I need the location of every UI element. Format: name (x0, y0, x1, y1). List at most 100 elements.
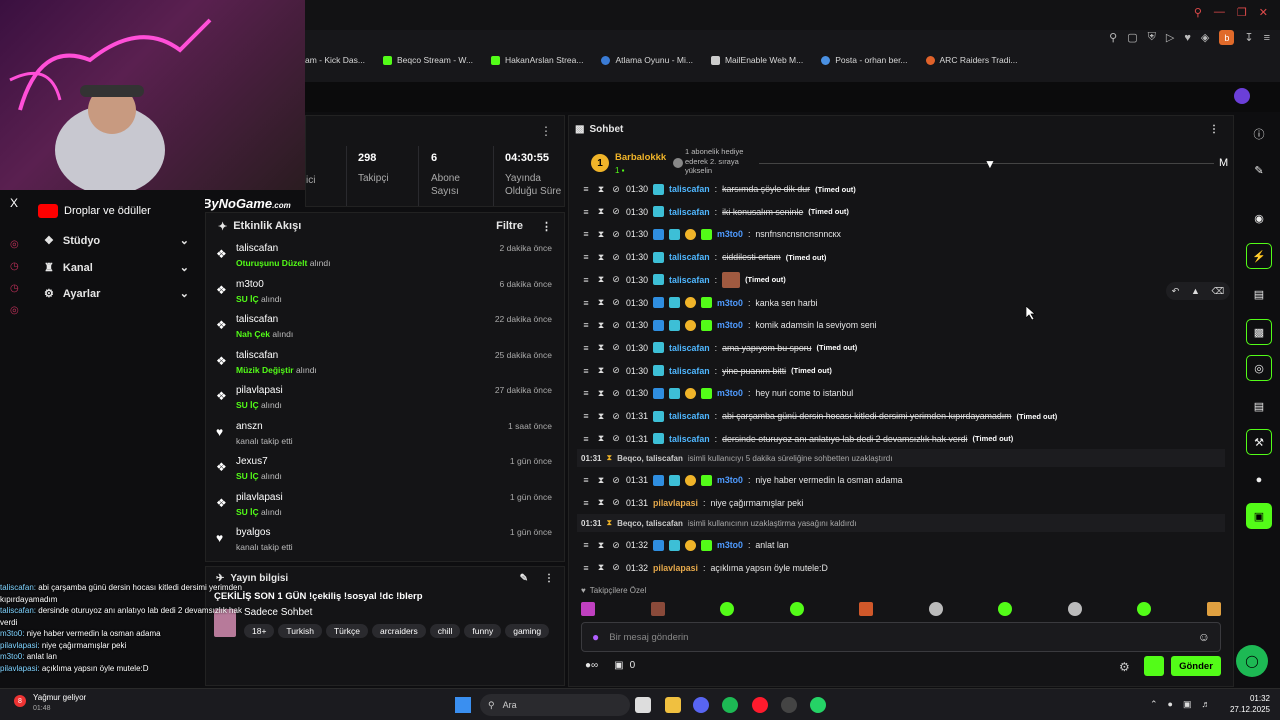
chat-input[interactable]: ● Bir mesaj gönderin ☺ (581, 622, 1221, 652)
message-user[interactable]: m3to0 (717, 229, 743, 239)
timeout-icon[interactable]: ⧗ (596, 411, 606, 422)
menu-item-studio[interactable]: ❖ Stüdyo ⌄ (44, 234, 189, 248)
layout-icon[interactable]: ▤ (1246, 393, 1272, 419)
message-user[interactable]: taliscafan (669, 366, 710, 376)
drag-handle-icon[interactable]: ≡ (581, 498, 591, 508)
chat-message[interactable]: ≡ ⧗ ⊘ 01:30 m3to0: kanka sen harbi (581, 293, 818, 313)
timeout-icon[interactable]: ⧗ (596, 475, 606, 486)
emote[interactable] (1137, 602, 1152, 616)
ban-icon[interactable]: ⊘ (611, 252, 621, 263)
edit-icon[interactable]: ✎ (1246, 157, 1272, 183)
bolt-icon[interactable]: ⚡ (1246, 243, 1272, 269)
message-user[interactable]: pilavlapasi (653, 563, 698, 573)
ban-icon[interactable]: ⊘ (611, 274, 621, 285)
chat-message[interactable]: ≡ ⧗ ⊘ 01:30 m3to0: hey nuri come to istanbul (581, 383, 853, 403)
emote[interactable] (789, 602, 804, 616)
wrench-icon[interactable]: ⚒ (1246, 429, 1272, 455)
kick-icon[interactable] (1144, 656, 1164, 676)
profile-icon[interactable]: b (1219, 30, 1235, 45)
restore-icon[interactable]: ❐ (1237, 6, 1247, 19)
chat-message[interactable]: ≡ ⧗ ⊘ 01:31 taliscafan: abi çarşamba günü der… (581, 406, 1057, 426)
heart-icon[interactable]: ♥ (1184, 32, 1191, 44)
reply-icon[interactable]: ↶ (1172, 286, 1180, 297)
menu-icon[interactable]: ≡ (1264, 32, 1270, 44)
activity-item[interactable]: ♥ byalgos kanalı takip etti 1 gün önce (206, 523, 564, 559)
drag-handle-icon[interactable]: ≡ (581, 252, 591, 262)
activity-item[interactable]: ❖ Jexus7 SU İÇ alındı 1 gün önce (206, 452, 564, 488)
activity-item[interactable]: ♥ anszn kanalı takip etti 1 saat önce (206, 417, 564, 453)
emote[interactable] (998, 602, 1013, 616)
drag-handle-icon[interactable]: ≡ (581, 275, 591, 285)
users-icon[interactable]: ● (1246, 467, 1272, 493)
tag[interactable]: chill (429, 624, 461, 638)
mic-icon[interactable]: ● (1168, 699, 1173, 710)
send-button[interactable]: Gönder (1171, 656, 1221, 676)
timeout-icon[interactable]: ⧗ (596, 433, 606, 444)
activity-item[interactable]: ❖ taliscafan Müzik Değiştir alındı 25 dakik… (206, 346, 564, 382)
tag[interactable]: Turkish (278, 624, 322, 638)
activity-user[interactable]: byalgos (236, 523, 552, 538)
drag-handle-icon[interactable]: ≡ (581, 366, 591, 376)
message-user[interactable]: taliscafan (669, 275, 710, 285)
timeout-icon[interactable]: ⧗ (596, 562, 606, 573)
timeout-icon[interactable]: ⧗ (596, 184, 606, 195)
bookmark-3[interactable]: Atlama Oyunu - Mi... (601, 55, 693, 65)
chat-message[interactable]: ≡ ⧗ ⊘ 01:31 taliscafan: dersinde oturuyoz anı… (581, 429, 1013, 449)
message-user[interactable]: taliscafan (669, 343, 710, 353)
drag-handle-icon[interactable]: ≡ (581, 434, 591, 444)
timeout-icon[interactable]: ⧗ (596, 342, 606, 353)
tag[interactable]: Türkçe (325, 624, 368, 638)
drag-handle-icon[interactable]: ≡ (581, 207, 591, 217)
ban-icon[interactable]: ⊘ (611, 497, 621, 508)
more-icon[interactable]: ⋮ (540, 124, 552, 138)
timeout-icon[interactable]: ⧗ (596, 206, 606, 217)
timeout-icon[interactable]: ⧗ (596, 320, 606, 331)
folder-icon[interactable] (665, 697, 681, 713)
infinity-icon[interactable]: ●∞ (585, 660, 598, 671)
activity-user[interactable]: anszn (236, 417, 552, 432)
ban-icon[interactable]: ⊘ (611, 562, 621, 573)
clock-icon[interactable]: ◷ (10, 256, 19, 278)
gift-promo[interactable]: 1 abonelik hediye ederek 2. sıraya yükse… (685, 147, 755, 176)
ban-icon[interactable]: ⊘ (611, 433, 621, 444)
search-box[interactable]: ⚲ Ara (480, 694, 630, 716)
chat-icon[interactable]: ▩ (1246, 319, 1272, 345)
chat-message[interactable]: ≡ ⧗ ⊘ 01:30 taliscafan: (Timed out) (581, 270, 786, 290)
ban-icon[interactable]: ⊘ (611, 342, 621, 353)
activity-item[interactable]: ❖ taliscafan Nah Çek alındı 22 dakika önce (206, 310, 564, 346)
download-icon[interactable]: ↧ (1244, 31, 1253, 44)
ban-icon[interactable]: ⊘ (611, 229, 621, 240)
emoji-icon[interactable]: ☺ (1198, 630, 1210, 644)
drag-handle-icon[interactable]: ≡ (581, 540, 591, 550)
chat-message[interactable]: ≡ ⧗ ⊘ 01:31 m3to0: niye haber vermedin la osm… (581, 470, 903, 490)
bookmark-6[interactable]: ARC Raiders Tradi... (925, 55, 1017, 65)
ban-icon[interactable]: ⊘ (611, 320, 621, 331)
info-icon[interactable]: ⓘ (1246, 121, 1272, 147)
chat-message[interactable]: ≡ ⧗ ⊘ 01:30 m3to0: nsnfnsncnsncnsnncкx (581, 224, 841, 244)
activity-item[interactable]: ❖ pilavlapasi SU İÇ alındı 1 gün önce (206, 488, 564, 524)
message-user[interactable]: m3to0 (717, 540, 743, 550)
discord-icon[interactable] (693, 697, 709, 713)
spotify-icon[interactable] (722, 697, 738, 713)
menu-item-drops[interactable]: Droplar ve ödüller (38, 204, 151, 218)
start-icon[interactable] (455, 697, 471, 713)
drag-handle-icon[interactable]: ≡ (581, 320, 591, 330)
emote[interactable] (581, 602, 595, 616)
timeout-icon[interactable]: ⧗ (596, 252, 606, 263)
timeout-icon[interactable]: ⧗ (596, 540, 606, 551)
x-logo[interactable]: X (10, 196, 18, 210)
emote[interactable] (1067, 602, 1082, 616)
record-icon[interactable]: ◎ (10, 234, 19, 256)
activity-item[interactable]: ❖ pilavlapasi SU İÇ alındı 27 dakika önce (206, 381, 564, 417)
drag-handle-icon[interactable]: ≡ (581, 229, 591, 239)
emote[interactable] (928, 602, 943, 616)
history-icon[interactable]: ◷ (10, 278, 19, 300)
broadcast-icon[interactable]: ◎ (1246, 355, 1272, 381)
chat-message[interactable]: ≡ ⧗ ⊘ 01:30 m3to0: komik adamsin la seviyom s… (581, 315, 877, 335)
ban-icon[interactable]: ⊘ (611, 184, 621, 195)
drag-handle-icon[interactable]: ≡ (581, 298, 591, 308)
top-gifter-name[interactable]: Barbalokkk (615, 152, 666, 163)
ban-icon[interactable]: ⊘ (611, 475, 621, 486)
message-user[interactable]: m3to0 (717, 475, 743, 485)
chat-message[interactable]: ≡ ⧗ ⊘ 01:30 taliscafan: karsımda şöyle dik du… (581, 179, 856, 199)
